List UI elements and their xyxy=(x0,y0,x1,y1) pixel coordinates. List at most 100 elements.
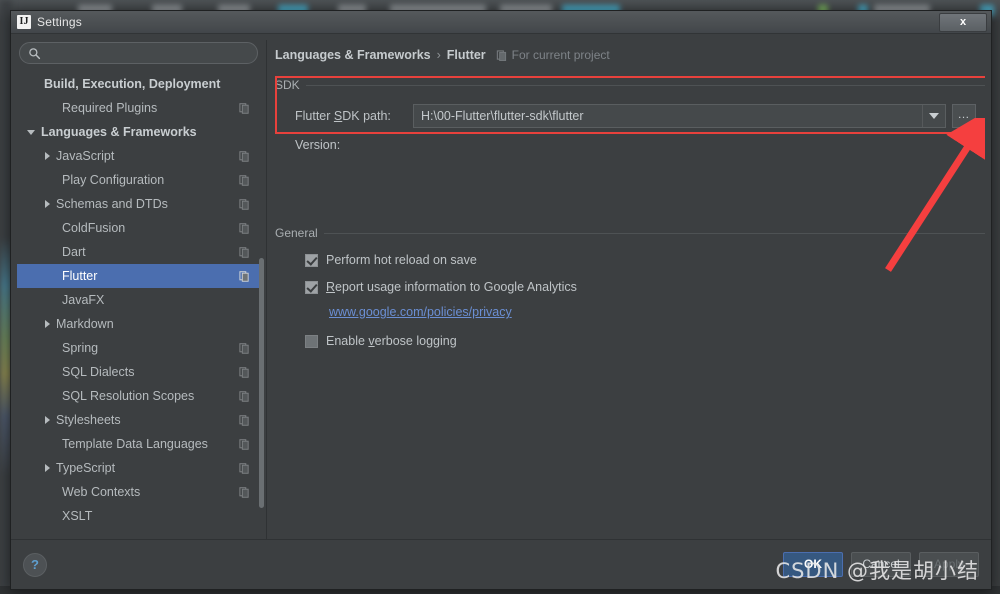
sidebar-item-label: SQL Resolution Scopes xyxy=(62,389,195,403)
project-scope-icon xyxy=(239,486,249,498)
dialog-button-bar: OK Cancel Apply xyxy=(783,552,979,577)
chevron-right-icon[interactable] xyxy=(45,464,50,472)
chevron-down-icon[interactable] xyxy=(27,129,35,135)
sidebar-item-web-contexts[interactable]: Web Contexts xyxy=(17,480,260,504)
project-scope-icon xyxy=(239,270,249,282)
sdk-version-label: Version: xyxy=(295,138,341,152)
sidebar-item-sql-resolution-scopes[interactable]: SQL Resolution Scopes xyxy=(17,384,260,408)
sidebar-scrollbar[interactable] xyxy=(259,258,264,508)
project-scope-icon xyxy=(239,102,249,114)
breadcrumb: Languages & Frameworks › Flutter For cur… xyxy=(275,40,985,62)
settings-dialog: IJ Settings x Build, Execution, Deployme… xyxy=(10,10,992,590)
sidebar-item-label: Spring xyxy=(62,341,99,355)
sidebar-item-label: Flutter xyxy=(62,269,98,283)
project-scope-icon xyxy=(239,438,249,450)
project-scope-icon xyxy=(239,198,249,210)
sidebar-item-label: Required Plugins xyxy=(62,101,158,115)
chevron-right-icon[interactable] xyxy=(45,320,50,328)
apply-button[interactable]: Apply xyxy=(919,552,979,577)
project-scope-icon xyxy=(239,342,249,354)
sidebar-item-spring[interactable]: Spring xyxy=(17,336,260,360)
project-scope-icon xyxy=(239,174,249,186)
chevron-right-icon[interactable] xyxy=(45,416,50,424)
sidebar-item-template-data-languages[interactable]: Template Data Languages xyxy=(17,432,260,456)
project-scope-icon xyxy=(239,366,249,378)
sidebar-item-coldfusion[interactable]: ColdFusion xyxy=(17,216,260,240)
flutter-sdk-path-value[interactable]: H:\00-Flutter\flutter-sdk\flutter xyxy=(414,109,922,123)
checkbox-row-report-usage-information-to-google-analytics[interactable]: Report usage information to Google Analy… xyxy=(275,280,985,294)
checkbox-label: Enable verbose logging xyxy=(326,334,457,348)
sidebar-item-label: Stylesheets xyxy=(56,413,121,427)
privacy-policy-link[interactable]: www.google.com/policies/privacy xyxy=(329,305,512,319)
intellij-logo-icon: IJ xyxy=(17,15,31,29)
settings-sidebar: Build, Execution, Deployment Required Plu… xyxy=(17,40,264,539)
sidebar-item-flutter[interactable]: Flutter xyxy=(17,264,260,288)
sdk-group-rule xyxy=(305,84,985,86)
chevron-right-icon[interactable] xyxy=(45,200,50,208)
project-scope-icon xyxy=(239,246,249,258)
sidebar-item-typescript[interactable]: TypeScript xyxy=(17,456,260,480)
flutter-sdk-path-label: Flutter SDK path: xyxy=(295,109,391,123)
settings-tree: Build, Execution, Deployment Required Plu… xyxy=(17,70,260,539)
project-scope-icon xyxy=(496,49,506,61)
sidebar-item-label: JavaScript xyxy=(56,149,115,163)
search-box[interactable] xyxy=(19,42,258,64)
sidebar-item-schemas-and-dtds[interactable]: Schemas and DTDs xyxy=(17,192,260,216)
general-group-header: General xyxy=(275,226,985,240)
checkbox-label: Report usage information to Google Analy… xyxy=(326,280,577,294)
breadcrumb-separator: › xyxy=(436,48,441,62)
sidebar-item-play-configuration[interactable]: Play Configuration xyxy=(17,168,260,192)
sidebar-item-xslt[interactable]: XSLT xyxy=(17,504,260,528)
browse-button[interactable]: … xyxy=(952,104,976,128)
sidebar-item-label: ColdFusion xyxy=(62,221,126,235)
checkbox-row-perform-hot-reload-on-save[interactable]: Perform hot reload on save xyxy=(275,253,985,267)
project-scope-icon xyxy=(239,150,249,162)
sidebar-item-stylesheets[interactable]: Stylesheets xyxy=(17,408,260,432)
dialog-title: Settings xyxy=(37,15,82,29)
dialog-body: Build, Execution, Deployment Required Plu… xyxy=(11,34,991,539)
search-input[interactable] xyxy=(46,45,249,61)
privacy-link-row: www.google.com/policies/privacy xyxy=(275,303,985,321)
checkbox-row-enable-verbose-logging[interactable]: Enable verbose logging xyxy=(275,334,985,348)
project-scope-icon xyxy=(239,222,249,234)
sidebar-item-label: Dart xyxy=(62,245,86,259)
sidebar-item-label: Template Data Languages xyxy=(62,437,208,451)
sidebar-item-label: JavaFX xyxy=(62,293,105,307)
sidebar-item-build-execution-deployment[interactable]: Build, Execution, Deployment xyxy=(17,72,260,96)
checkbox-checked-icon[interactable] xyxy=(305,253,318,267)
sidebar-item-dart[interactable]: Dart xyxy=(17,240,260,264)
flutter-sdk-path-combo[interactable]: H:\00-Flutter\flutter-sdk\flutter xyxy=(413,104,946,128)
close-icon[interactable]: x xyxy=(939,13,987,32)
search-icon xyxy=(29,47,41,59)
sidebar-item-javascript[interactable]: JavaScript xyxy=(17,144,260,168)
sidebar-item-label: Schemas and DTDs xyxy=(56,197,168,211)
checkbox-unchecked-icon[interactable] xyxy=(305,334,318,348)
chevron-down-icon[interactable] xyxy=(922,105,945,127)
checkbox-checked-icon[interactable] xyxy=(305,280,318,294)
dialog-titlebar: IJ Settings x xyxy=(11,11,991,34)
project-scope-icon xyxy=(239,390,249,402)
settings-detail-pane: Languages & Frameworks › Flutter For cur… xyxy=(275,40,985,539)
breadcrumb-scope-text: For current project xyxy=(511,48,610,62)
sidebar-item-javafx[interactable]: JavaFX xyxy=(17,288,260,312)
chevron-right-icon[interactable] xyxy=(45,152,50,160)
cancel-button[interactable]: Cancel xyxy=(851,552,911,577)
sidebar-item-label: Web Contexts xyxy=(62,485,141,499)
sidebar-item-languages-frameworks[interactable]: Languages & Frameworks xyxy=(17,120,260,144)
breadcrumb-parent[interactable]: Languages & Frameworks xyxy=(275,48,431,62)
project-scope-icon xyxy=(239,462,249,474)
sidebar-item-markdown[interactable]: Markdown xyxy=(17,312,260,336)
sidebar-item-label: Build, Execution, Deployment xyxy=(44,77,221,91)
sdk-group-label: SDK xyxy=(275,78,300,92)
sdk-group-header: SDK xyxy=(275,78,985,92)
general-group-rule xyxy=(323,232,985,234)
pane-divider[interactable] xyxy=(266,40,267,539)
sidebar-item-label: Languages & Frameworks xyxy=(41,125,197,139)
sidebar-item-label: SQL Dialects xyxy=(62,365,135,379)
ok-button[interactable]: OK xyxy=(783,552,843,577)
general-options-list: Perform hot reload on save Report usage i… xyxy=(275,253,985,348)
sidebar-item-sql-dialects[interactable]: SQL Dialects xyxy=(17,360,260,384)
sidebar-item-label: Play Configuration xyxy=(62,173,165,187)
help-icon[interactable]: ? xyxy=(23,552,47,577)
sidebar-item-required-plugins[interactable]: Required Plugins xyxy=(17,96,260,120)
